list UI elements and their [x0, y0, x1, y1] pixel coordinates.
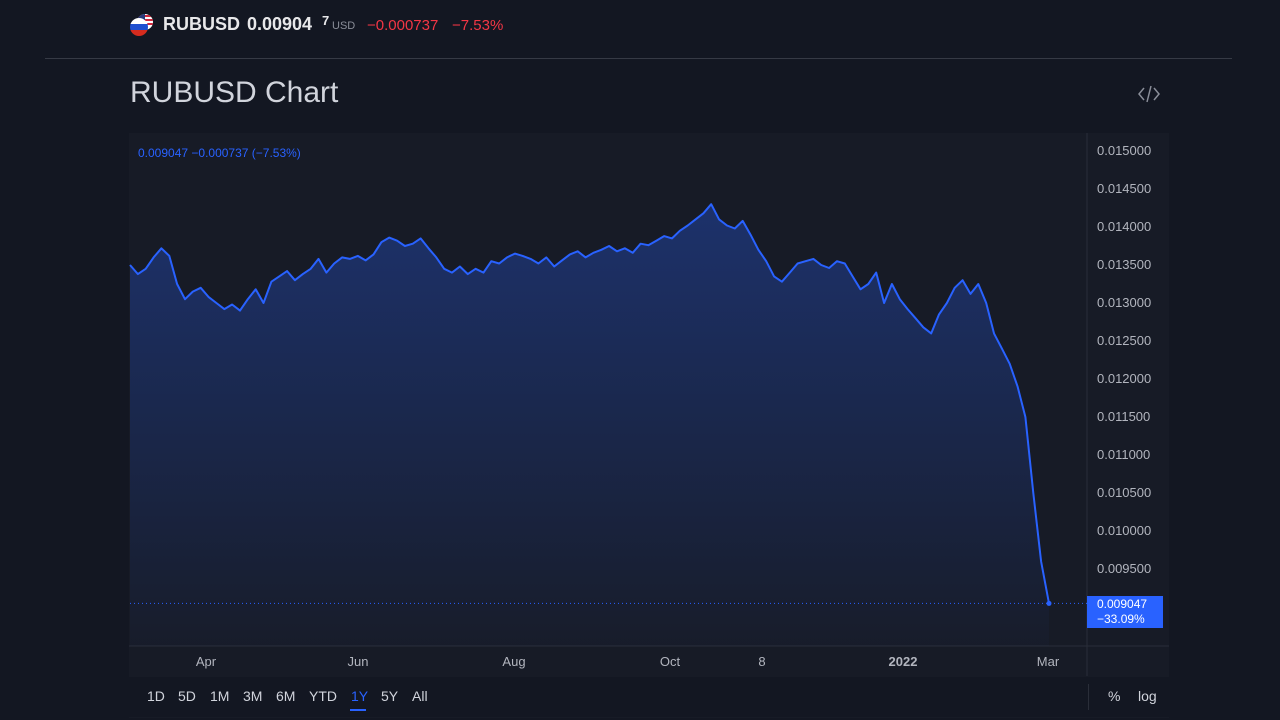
percent-scale-button[interactable]: %: [1108, 688, 1120, 704]
range-button-1m[interactable]: 1M: [210, 688, 229, 704]
x-tick-label: Jun: [348, 654, 369, 669]
y-tick-label: 0.011000: [1097, 447, 1150, 462]
y-tick-label: 0.009500: [1097, 561, 1151, 576]
range-button-ytd[interactable]: YTD: [309, 688, 337, 704]
y-tick-label: 0.014000: [1097, 219, 1151, 234]
range-button-1d[interactable]: 1D: [147, 688, 165, 704]
last-price-value: 0.009047: [1097, 597, 1148, 611]
price-area-fill: [130, 204, 1049, 646]
log-scale-button[interactable]: log: [1138, 688, 1157, 704]
x-tick-label: 8: [758, 654, 765, 669]
active-range-underline: [350, 709, 366, 711]
y-tick-label: 0.013500: [1097, 257, 1151, 272]
x-tick-label: Apr: [196, 654, 217, 669]
chart-legend: 0.009047 −0.000737 (−7.53%): [138, 146, 301, 160]
range-button-5y[interactable]: 5Y: [381, 688, 398, 704]
range-button-5d[interactable]: 5D: [178, 688, 196, 704]
y-tick-label: 0.015000: [1097, 143, 1151, 158]
x-tick-label: Mar: [1037, 654, 1060, 669]
y-tick-label: 0.013000: [1097, 295, 1151, 310]
y-tick-label: 0.012000: [1097, 371, 1151, 386]
range-button-3m[interactable]: 3M: [243, 688, 262, 704]
y-tick-label: 0.010500: [1097, 485, 1151, 500]
y-tick-label: 0.012500: [1097, 333, 1151, 348]
toolbar-separator: [1088, 684, 1089, 710]
x-tick-label: Aug: [502, 654, 525, 669]
y-tick-label: 0.010000: [1097, 523, 1151, 538]
range-button-6m[interactable]: 6M: [276, 688, 295, 704]
y-tick-label: 0.014500: [1097, 181, 1151, 196]
x-tick-label: 2022: [889, 654, 918, 669]
last-price-dot: [1046, 600, 1052, 606]
x-tick-label: Oct: [660, 654, 681, 669]
range-button-1y[interactable]: 1Y: [351, 688, 368, 704]
y-tick-label: 0.011500: [1097, 409, 1150, 424]
range-button-all[interactable]: All: [412, 688, 428, 704]
last-price-percent: −33.09%: [1097, 612, 1145, 626]
last-price-tag: 0.009047 −33.09%: [1087, 596, 1163, 628]
